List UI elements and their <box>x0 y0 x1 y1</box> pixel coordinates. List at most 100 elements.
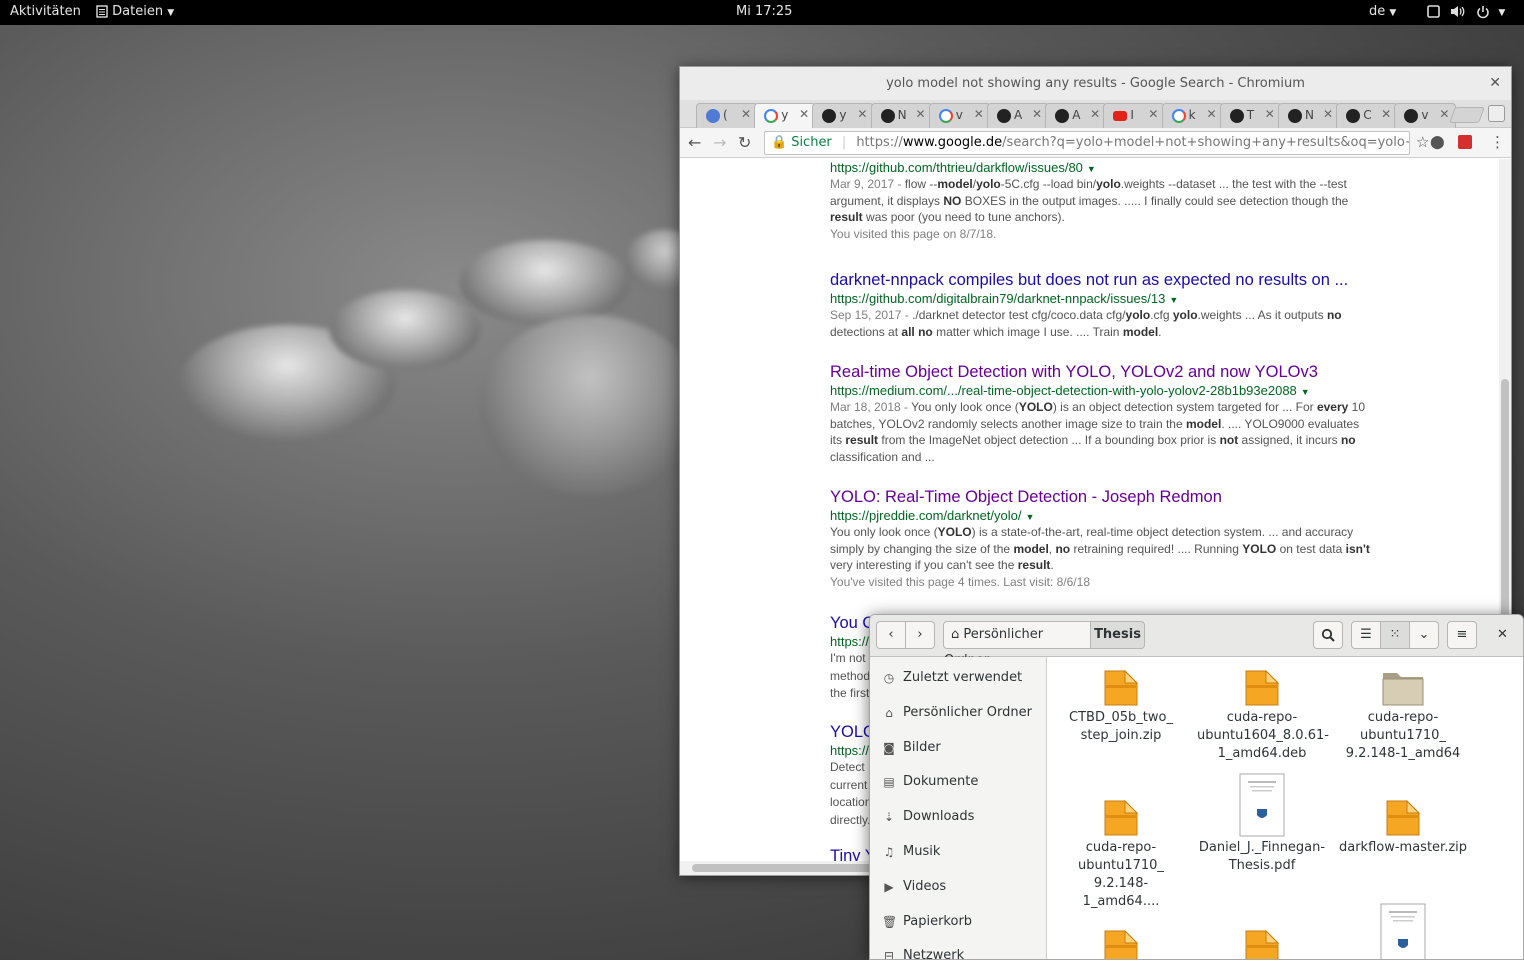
close-tab-icon[interactable]: ✕ <box>1207 107 1217 121</box>
archive-icon <box>1245 929 1280 959</box>
window-titlebar[interactable]: yolo model not showing any results - Goo… <box>680 67 1511 100</box>
close-tab-icon[interactable]: ✕ <box>1381 107 1391 121</box>
reload-icon[interactable]: ↻ <box>738 133 751 152</box>
back-button[interactable]: ‹ <box>876 621 906 649</box>
sidebar-item[interactable]: ◷ Zuletzt verwendet <box>870 663 1047 693</box>
scrollbar-thumb[interactable] <box>1501 379 1509 639</box>
forward-icon[interactable]: → <box>713 133 726 152</box>
sidebar-item-label: Zuletzt verwendet <box>903 670 1023 685</box>
result-title-link[interactable]: darknet-nnpack compiles but does not run… <box>830 271 1370 290</box>
file-name: Daniel_J._Finnegan- Thesis.pdf <box>1198 840 1326 873</box>
files-sidebar: ◷ Zuletzt verwendet ⌂ Persönlicher Ordner ◙ B… <box>870 657 1047 959</box>
file-item[interactable]: Daniel_J._Finnegan- Thesis.pdf <box>1197 773 1327 875</box>
browser-tab[interactable]: k ✕ <box>1161 103 1224 128</box>
result-url[interactable]: https://medium.com/.../real-time-object-… <box>830 383 1370 398</box>
sidebar-item[interactable]: ⊟ Netzwerk <box>870 941 1047 959</box>
url-domain: www.google.de <box>902 135 1003 150</box>
close-tab-icon[interactable]: ✕ <box>1323 107 1333 121</box>
browser-tab[interactable]: A ✕ <box>1045 103 1108 128</box>
file-item[interactable]: CTBD_05b_two_ step_join.zip <box>1056 667 1186 745</box>
browser-tab[interactable]: v ✕ <box>1394 103 1457 128</box>
system-menu[interactable]: ▼ <box>1427 4 1505 19</box>
result-title-link[interactable]: Real-time Object Detection with YOLO, YO… <box>830 363 1370 382</box>
new-tab-button[interactable] <box>1449 107 1485 123</box>
sidebar-item-label: Musik <box>903 844 941 859</box>
sidebar-item[interactable]: 🗑 Papierkorb <box>870 907 1047 937</box>
close-icon[interactable]: ✕ <box>1497 627 1508 642</box>
caret-down-icon[interactable]: ▼ <box>1169 295 1178 305</box>
result-url[interactable]: https://github.com/digitalbrain79/darkne… <box>830 291 1370 306</box>
close-tab-icon[interactable]: ✕ <box>974 107 984 121</box>
browser-tab[interactable]: N ✕ <box>1278 103 1340 128</box>
browser-tab[interactable]: y ✕ <box>754 103 817 128</box>
browser-tab[interactable]: A ✕ <box>987 103 1049 128</box>
file-item[interactable]: cuda-repo- ubuntu1710_ 9.2.148-1_amd64..… <box>1056 797 1186 911</box>
browser-tab[interactable]: N ✕ <box>870 103 933 128</box>
file-item[interactable]: cuda-repo- ubuntu1710_ 9.2.148-1_amd64 <box>1338 667 1468 763</box>
keyboard-layout-label: de <box>1369 4 1386 19</box>
profile-icon[interactable] <box>1488 105 1505 122</box>
close-tab-icon[interactable]: ✕ <box>1090 107 1100 121</box>
sidebar-item[interactable]: ◙ Bilder <box>870 733 1047 763</box>
view-options-button[interactable]: ⌄ <box>1409 621 1439 649</box>
back-icon[interactable]: ← <box>688 133 701 152</box>
close-tab-icon[interactable]: ✕ <box>1439 107 1449 121</box>
breadcrumb-home[interactable]: ⌂ Persönlicher Ordner <box>943 621 1091 668</box>
menu-button[interactable]: ≡ <box>1447 621 1477 649</box>
sidebar-item[interactable]: ▤ Dokumente <box>870 767 1047 797</box>
search-button[interactable] <box>1313 621 1343 649</box>
result-title-link[interactable]: YOLO: Real-Time Object Detection - Josep… <box>830 488 1370 507</box>
result-url[interactable]: https://pjreddie.com/darknet/yolo/ ▼ <box>830 508 1370 523</box>
folder-icon <box>1382 673 1424 706</box>
address-bar[interactable]: 🔒 Sicher | https://www.google.de/search?q=… <box>764 131 1410 155</box>
close-tab-icon[interactable]: ✕ <box>916 107 926 121</box>
file-item[interactable]: cuda-repo- ubuntu1604_8.0.61- 1_amd64.de… <box>1197 667 1329 763</box>
file-item[interactable] <box>1197 927 1327 959</box>
extension-red-icon[interactable] <box>1458 135 1472 149</box>
close-tab-icon[interactable]: ✕ <box>741 107 751 121</box>
bookmark-star-icon[interactable]: ☆ <box>1416 133 1429 151</box>
window-icon <box>1427 5 1440 18</box>
close-tab-icon[interactable]: ✕ <box>1032 107 1042 121</box>
file-item[interactable] <box>1338 903 1468 959</box>
browser-tab[interactable]: (✕ <box>696 103 758 128</box>
sidebar-item[interactable]: ⇣ Downloads <box>870 802 1047 832</box>
close-tab-icon[interactable]: ✕ <box>857 107 867 121</box>
browser-tab[interactable]: y ✕ <box>812 103 875 128</box>
list-view-button[interactable]: ☰ <box>1351 621 1381 649</box>
tab-title: N <box>897 108 907 122</box>
file-item[interactable] <box>1056 927 1186 959</box>
caret-down-icon[interactable]: ▼ <box>1301 387 1310 397</box>
search-result: YOLO: Real-Time Object Detection - Josep… <box>830 488 1370 590</box>
sidebar-item[interactable]: ♫ Musik <box>870 837 1047 867</box>
activities-button[interactable]: Aktivitäten <box>10 4 81 19</box>
browser-tab[interactable]: I ✕ <box>1103 103 1166 128</box>
result-url[interactable]: https://github.com/thtrieu/darkflow/issu… <box>830 160 1370 175</box>
browser-tab[interactable]: v ✕ <box>928 103 991 128</box>
grid-view-button[interactable]: ⁙ <box>1380 621 1410 649</box>
file-item[interactable]: darkflow-master.zip <box>1338 797 1468 857</box>
caret-down-icon[interactable]: ▼ <box>1026 512 1035 522</box>
extension-icon[interactable]: ⬤ <box>1430 135 1445 150</box>
archive-icon <box>1245 669 1280 706</box>
keyboard-layout[interactable]: de ▼ <box>1369 4 1396 19</box>
close-tab-icon[interactable]: ✕ <box>1148 107 1158 121</box>
chevron-down-icon: ⌄ <box>1418 627 1430 642</box>
browser-tab[interactable]: T ✕ <box>1219 103 1282 128</box>
browser-toolbar: ← → ↻ 🔒 Sicher | https://www.google.de/sea… <box>680 128 1511 158</box>
breadcrumb-current[interactable]: Thesis <box>1090 621 1145 649</box>
app-menu[interactable]: Dateien ▼ <box>96 4 174 19</box>
menu-kebab-icon[interactable]: ⋮ <box>1490 133 1505 151</box>
clock[interactable]: Mi 17:25 <box>736 4 792 19</box>
sidebar-item[interactable]: ⌂ Persönlicher Ordner <box>870 698 1047 728</box>
grid-icon: ⁙ <box>1389 627 1401 642</box>
close-tab-icon[interactable]: ✕ <box>1265 107 1275 121</box>
close-tab-icon[interactable]: ✕ <box>799 107 809 121</box>
result-url-text: https://medium.com/.../real-time-object-… <box>830 383 1297 398</box>
caret-down-icon[interactable]: ▼ <box>1087 164 1096 174</box>
sidebar-item[interactable]: ▶ Videos <box>870 872 1047 902</box>
close-icon[interactable]: ✕ <box>1489 67 1501 100</box>
browser-tab[interactable]: C ✕ <box>1336 103 1399 128</box>
result-date: Mar 9, 2017 - <box>830 177 905 191</box>
forward-button[interactable]: › <box>905 621 935 649</box>
